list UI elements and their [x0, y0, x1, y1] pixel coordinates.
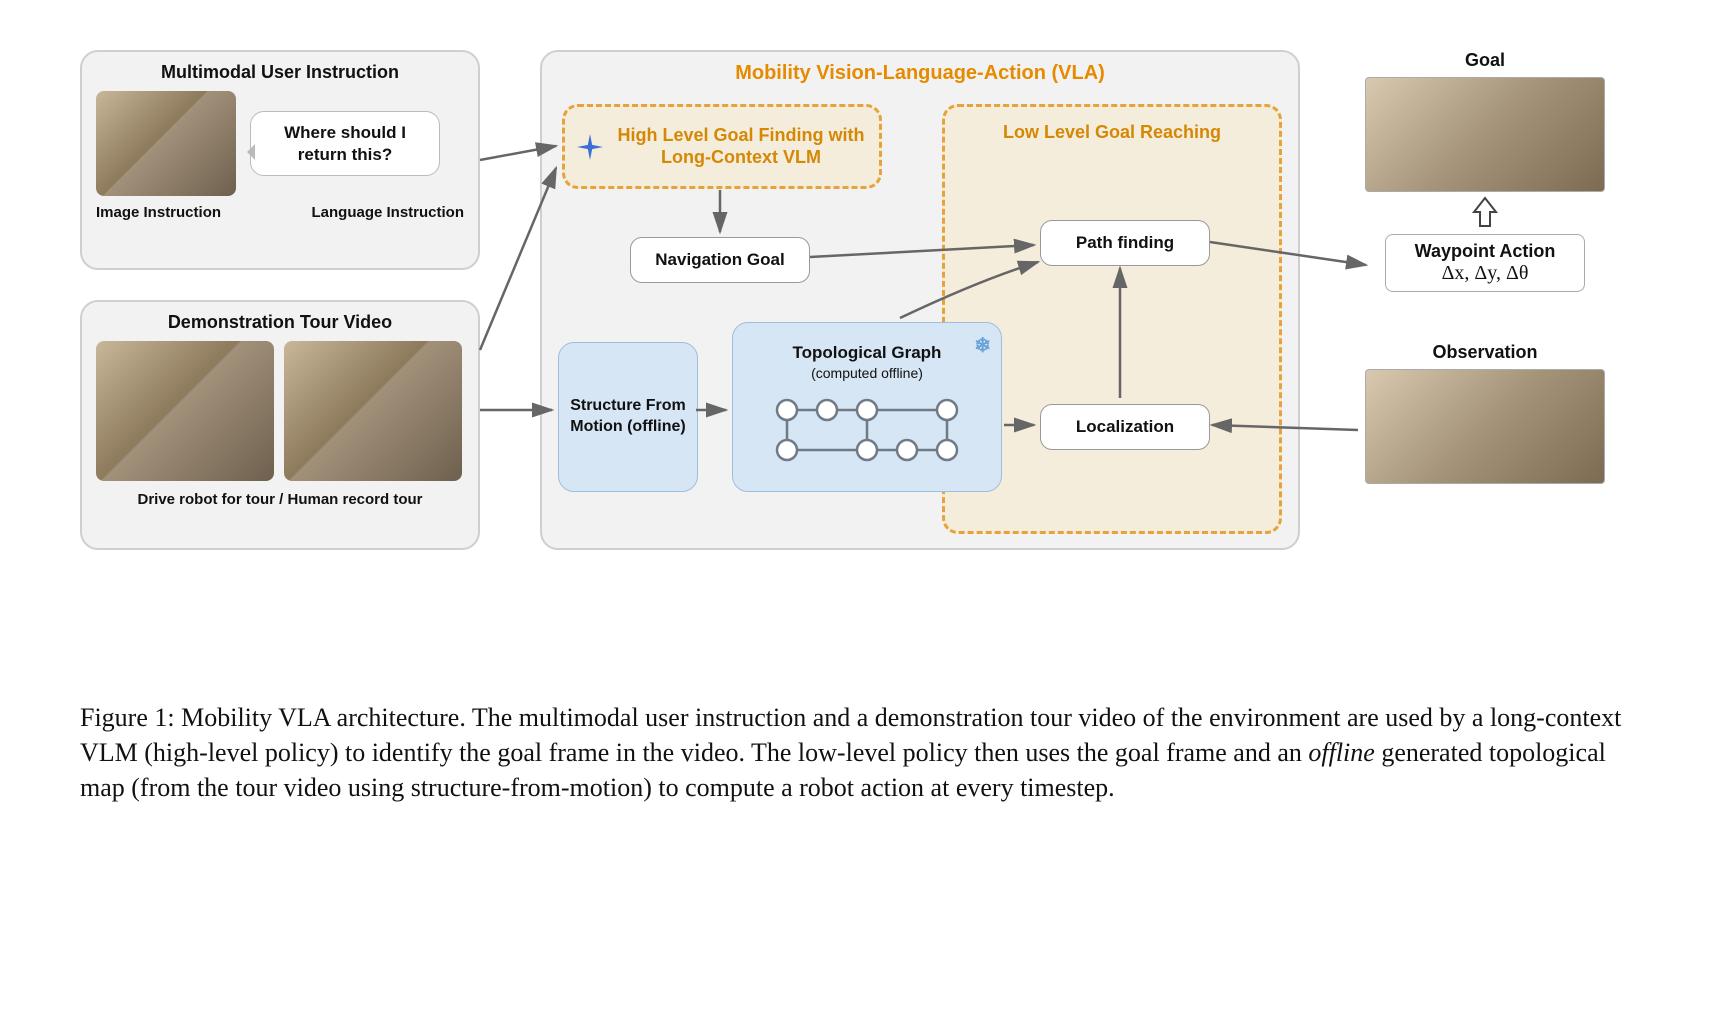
- label-goal: Goal: [1350, 50, 1620, 71]
- caption-italic: offline: [1308, 738, 1374, 767]
- panel-user-instruction: Multimodal User Instruction Where should…: [80, 50, 480, 270]
- right-column: Goal Waypoint Action Δx, Δy, Δθ Observat…: [1350, 50, 1620, 484]
- panel-title-demo-tour: Demonstration Tour Video: [96, 312, 464, 333]
- topological-graph-icon: [762, 390, 972, 470]
- tour-photo-robot: [96, 341, 274, 481]
- box-navigation-goal: Navigation Goal: [630, 237, 810, 283]
- architecture-diagram: Multimodal User Instruction Where should…: [80, 50, 1640, 660]
- sparkle-icon: [577, 134, 603, 160]
- box-topological-graph: ❄ Topological Graph (computed offline): [732, 322, 1002, 492]
- label-topological-sub: (computed offline): [811, 364, 923, 382]
- box-sfm: Structure From Motion (offline): [558, 342, 698, 492]
- tour-caption: Drive robot for tour / Human record tour: [96, 491, 464, 508]
- goal-image: [1365, 77, 1605, 192]
- snowflake-icon: ❄: [974, 333, 991, 359]
- label-low-level: Low Level Goal Reaching: [945, 121, 1279, 144]
- speech-bubble: Where should I return this?: [250, 111, 440, 176]
- figure-caption: Figure 1: Mobility VLA architecture. The…: [80, 700, 1630, 805]
- panel-demo-tour: Demonstration Tour Video Drive robot for…: [80, 300, 480, 550]
- label-language-instruction: Language Instruction: [311, 204, 464, 221]
- panel-mobility-vla: Mobility Vision-Language-Action (VLA) Lo…: [540, 50, 1300, 550]
- label-image-instruction: Image Instruction: [96, 204, 221, 221]
- label-topological-graph: Topological Graph: [793, 342, 942, 364]
- observation-image: [1365, 369, 1605, 484]
- box-waypoint-action: Waypoint Action Δx, Δy, Δθ: [1385, 234, 1585, 292]
- box-high-level: High Level Goal Finding with Long-Contex…: [562, 104, 882, 189]
- label-waypoint: Waypoint Action: [1396, 241, 1574, 262]
- box-localization: Localization: [1040, 404, 1210, 450]
- panel-title-vla: Mobility Vision-Language-Action (VLA): [558, 62, 1282, 85]
- box-path-finding: Path finding: [1040, 220, 1210, 266]
- tour-photo-human: [284, 341, 462, 481]
- image-instruction-photo: [96, 91, 236, 196]
- label-high-level: High Level Goal Finding with Long-Contex…: [615, 125, 867, 168]
- label-observation: Observation: [1350, 342, 1620, 363]
- waypoint-math: Δx, Δy, Δθ: [1396, 262, 1574, 285]
- up-arrow-icon: [1470, 196, 1500, 228]
- panel-title-user-instruction: Multimodal User Instruction: [96, 62, 464, 83]
